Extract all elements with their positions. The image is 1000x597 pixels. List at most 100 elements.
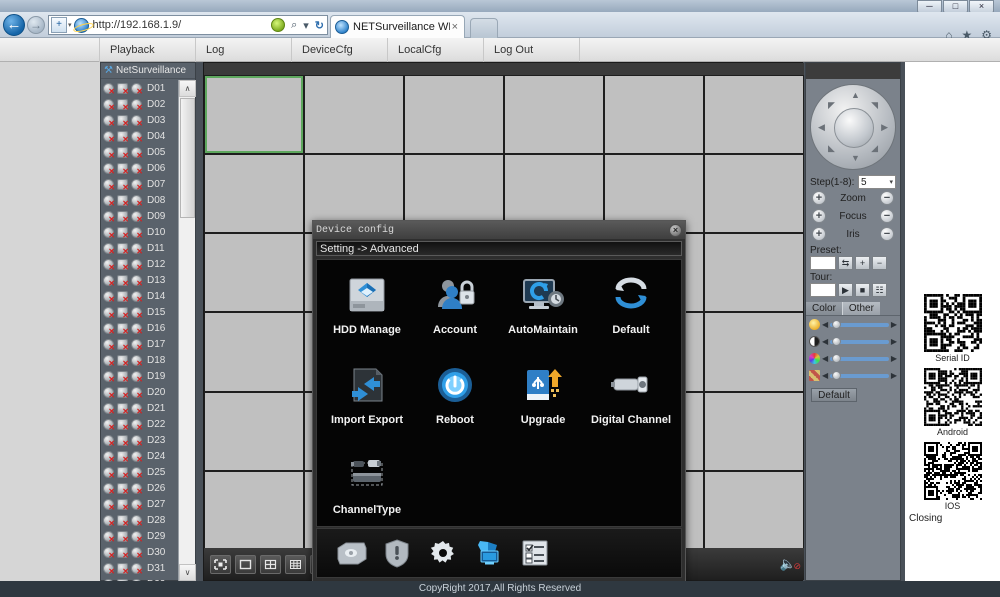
- channel-record-icon[interactable]: [117, 130, 129, 144]
- channel-preview-icon[interactable]: [103, 546, 115, 560]
- scroll-down-icon[interactable]: ∨: [179, 564, 196, 581]
- channel-play-icon[interactable]: [131, 162, 143, 176]
- channel-row[interactable]: D08: [101, 192, 179, 208]
- channel-play-icon[interactable]: [131, 450, 143, 464]
- zoom-in-button[interactable]: +: [812, 191, 826, 205]
- ptz-up-left-button[interactable]: ◤: [828, 101, 835, 110]
- channel-play-icon[interactable]: [131, 482, 143, 496]
- channel-play-icon[interactable]: [131, 306, 143, 320]
- video-cell[interactable]: [705, 392, 803, 470]
- channel-row[interactable]: D18: [101, 352, 179, 368]
- channel-play-icon[interactable]: [131, 434, 143, 448]
- hue-slider[interactable]: [830, 370, 889, 380]
- channel-play-icon[interactable]: [131, 242, 143, 256]
- channel-preview-icon[interactable]: [103, 498, 115, 512]
- menu-item-logout[interactable]: Log Out: [484, 37, 580, 62]
- compatibility-view-icon[interactable]: +: [51, 17, 67, 33]
- video-cell[interactable]: [605, 76, 703, 154]
- volume-mute-icon[interactable]: 🔈 ⊘: [780, 556, 801, 572]
- channel-record-icon[interactable]: [117, 82, 129, 96]
- channel-record-icon[interactable]: [117, 226, 129, 240]
- tab-color[interactable]: Color: [806, 302, 842, 315]
- channel-row[interactable]: D21: [101, 400, 179, 416]
- iris-close-button[interactable]: −: [880, 227, 894, 241]
- tour-input[interactable]: [810, 283, 836, 297]
- channel-preview-icon[interactable]: [103, 530, 115, 544]
- preset-input[interactable]: [810, 256, 836, 270]
- channel-row[interactable]: D26: [101, 480, 179, 496]
- layout-9-button[interactable]: [285, 554, 306, 574]
- channel-play-icon[interactable]: [131, 274, 143, 288]
- channel-record-icon[interactable]: [117, 434, 129, 448]
- video-cell[interactable]: [405, 76, 503, 154]
- new-tab-button[interactable]: [470, 18, 498, 38]
- channel-preview-icon[interactable]: [103, 354, 115, 368]
- channel-record-icon[interactable]: [117, 354, 129, 368]
- chevron-down-icon[interactable]: ▾: [300, 19, 312, 32]
- channel-row[interactable]: D11: [101, 240, 179, 256]
- channel-play-icon[interactable]: [131, 130, 143, 144]
- contrast-slider[interactable]: [830, 336, 889, 346]
- channel-preview-icon[interactable]: [103, 370, 115, 384]
- channel-play-icon[interactable]: [131, 498, 143, 512]
- tour-grid-button[interactable]: ☷: [872, 283, 887, 297]
- close-icon[interactable]: ×: [450, 21, 460, 33]
- channel-row[interactable]: D25: [101, 464, 179, 480]
- preset-delete-button[interactable]: −: [872, 256, 887, 270]
- channel-row[interactable]: D17: [101, 336, 179, 352]
- channel-preview-icon[interactable]: [103, 386, 115, 400]
- channel-row[interactable]: D06: [101, 160, 179, 176]
- channel-play-icon[interactable]: [131, 386, 143, 400]
- channel-row[interactable]: D23: [101, 432, 179, 448]
- browser-forward-button[interactable]: →: [27, 16, 45, 34]
- video-cell[interactable]: [305, 76, 403, 154]
- channel-record-icon[interactable]: [117, 258, 129, 272]
- slider-knob[interactable]: [832, 370, 842, 380]
- channel-play-icon[interactable]: [131, 226, 143, 240]
- menu-reboot[interactable]: Reboot: [411, 358, 499, 448]
- ptz-right-button[interactable]: ▶: [881, 123, 888, 132]
- channel-preview-icon[interactable]: [103, 194, 115, 208]
- layout-4-button[interactable]: [260, 554, 281, 574]
- channel-preview-icon[interactable]: [103, 274, 115, 288]
- saturation-decrease-button[interactable]: ◀: [822, 354, 828, 363]
- menu-default[interactable]: Default: [587, 268, 675, 358]
- channel-play-icon[interactable]: [131, 322, 143, 336]
- channel-record-icon[interactable]: [117, 402, 129, 416]
- iris-open-button[interactable]: +: [812, 227, 826, 241]
- channel-row[interactable]: D09: [101, 208, 179, 224]
- video-cell[interactable]: [205, 234, 303, 312]
- channel-row[interactable]: D15: [101, 304, 179, 320]
- channel-play-icon[interactable]: [131, 354, 143, 368]
- menu-item-localcfg[interactable]: LocalCfg: [388, 37, 484, 62]
- layout-1-button[interactable]: [235, 554, 256, 574]
- channel-play-icon[interactable]: [131, 194, 143, 208]
- channel-preview-icon[interactable]: [103, 82, 115, 96]
- channel-row[interactable]: D31: [101, 560, 179, 576]
- menu-hdd-manage[interactable]: HDD Manage: [323, 268, 411, 358]
- close-icon[interactable]: ×: [669, 223, 682, 237]
- channel-record-icon[interactable]: [117, 386, 129, 400]
- advanced-tab[interactable]: [471, 535, 507, 571]
- channel-preview-icon[interactable]: [103, 242, 115, 256]
- video-cell[interactable]: [205, 471, 303, 549]
- video-cell[interactable]: [705, 155, 803, 233]
- slider-knob[interactable]: [832, 353, 842, 363]
- channel-preview-icon[interactable]: [103, 178, 115, 192]
- channel-preview-icon[interactable]: [103, 98, 115, 112]
- record-tab[interactable]: [333, 535, 369, 571]
- dialog-titlebar[interactable]: Device config ×: [313, 221, 685, 239]
- channel-row[interactable]: D13: [101, 272, 179, 288]
- channel-preview-icon[interactable]: [103, 450, 115, 464]
- menu-channel-type[interactable]: ChannelType: [323, 448, 411, 538]
- channel-record-icon[interactable]: [117, 498, 129, 512]
- channel-play-icon[interactable]: [131, 210, 143, 224]
- browser-back-button[interactable]: ←: [3, 14, 25, 36]
- channel-play-icon[interactable]: [131, 146, 143, 160]
- channel-preview-icon[interactable]: [103, 418, 115, 432]
- video-cell[interactable]: [205, 392, 303, 470]
- ptz-down-left-button[interactable]: ◣: [828, 144, 835, 153]
- channel-row[interactable]: D07: [101, 176, 179, 192]
- channel-preview-icon[interactable]: [103, 482, 115, 496]
- channel-row[interactable]: D27: [101, 496, 179, 512]
